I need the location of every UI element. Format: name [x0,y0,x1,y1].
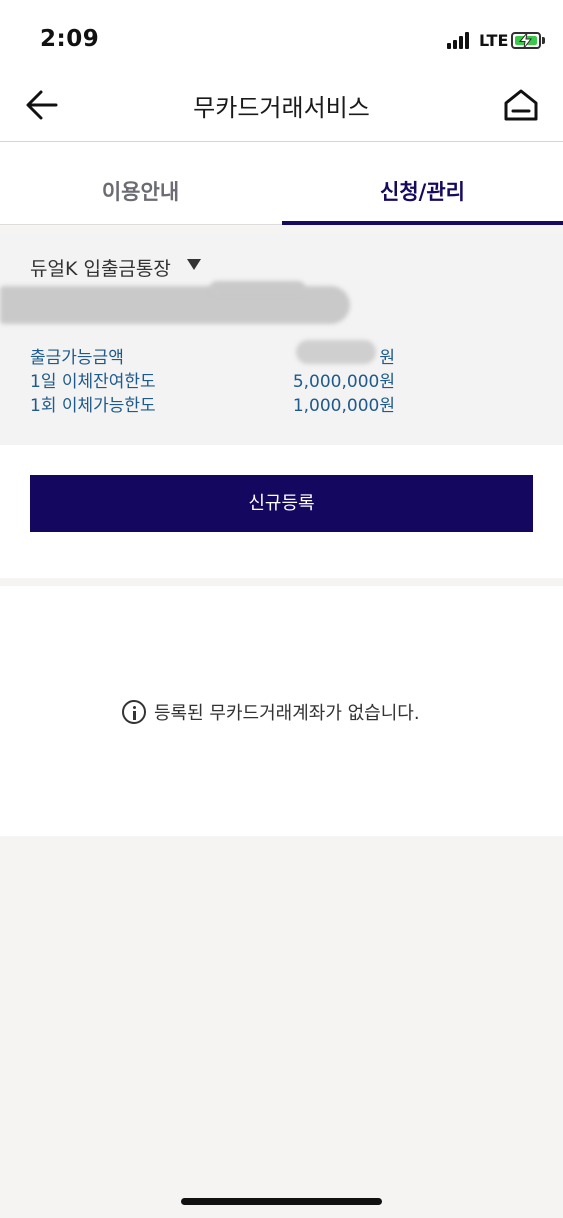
info-row-daily-limit: 1일 이체잔여한도 5,000,000원 [30,367,395,392]
new-registration-button[interactable]: 신규등록 [30,475,533,532]
account-select[interactable]: 듀얼K 입출금통장 [30,254,171,281]
info-label: 1회 이체가능한도 [30,396,156,416]
empty-message-row: 등록된 무카드거래계좌가 없습니다. [122,699,420,725]
redaction-mark [210,281,305,295]
home-indicator[interactable] [181,1198,382,1205]
redaction-mark [296,340,376,364]
tab-bar: 이용안내 신청/관리 [0,142,563,225]
tab-manage[interactable]: 신청/관리 [282,142,563,225]
charging-bolt-icon [518,33,533,48]
dropdown-arrow-icon[interactable] [187,259,201,270]
status-time: 2:09 [40,26,100,52]
info-label: 출금가능금액 [30,348,124,368]
status-bar: 2:09 LTE [0,0,563,80]
signal-icon [447,32,473,49]
tab-guide[interactable]: 이용안내 [0,142,281,225]
info-value: 원 [379,348,395,368]
info-icon [122,700,146,724]
info-label: 1일 이체잔여한도 [30,372,156,392]
top-container: 2:09 LTE 무카드거래서비스 [0,0,563,142]
page-title: 무카드거래서비스 [193,94,370,122]
account-info-panel: 듀얼K 입출금통장 출금가능금액 원 1일 이체잔여한도 5,000,000원 … [0,233,563,445]
battery-cap [542,37,545,44]
empty-message: 등록된 무카드거래계좌가 없습니다. [154,703,420,724]
home-icon[interactable] [502,86,540,124]
app-header: 무카드거래서비스 [0,72,563,142]
info-value: 1,000,000원 [292,396,395,416]
info-row-per-transfer-limit: 1회 이체가능한도 1,000,000원 [30,391,395,416]
register-section: 신규등록 [0,445,563,578]
empty-state: 등록된 무카드거래계좌가 없습니다. [0,586,563,836]
active-tab-indicator [282,221,563,225]
info-value: 5,000,000원 [292,372,395,392]
network-type: LTE [479,31,509,50]
